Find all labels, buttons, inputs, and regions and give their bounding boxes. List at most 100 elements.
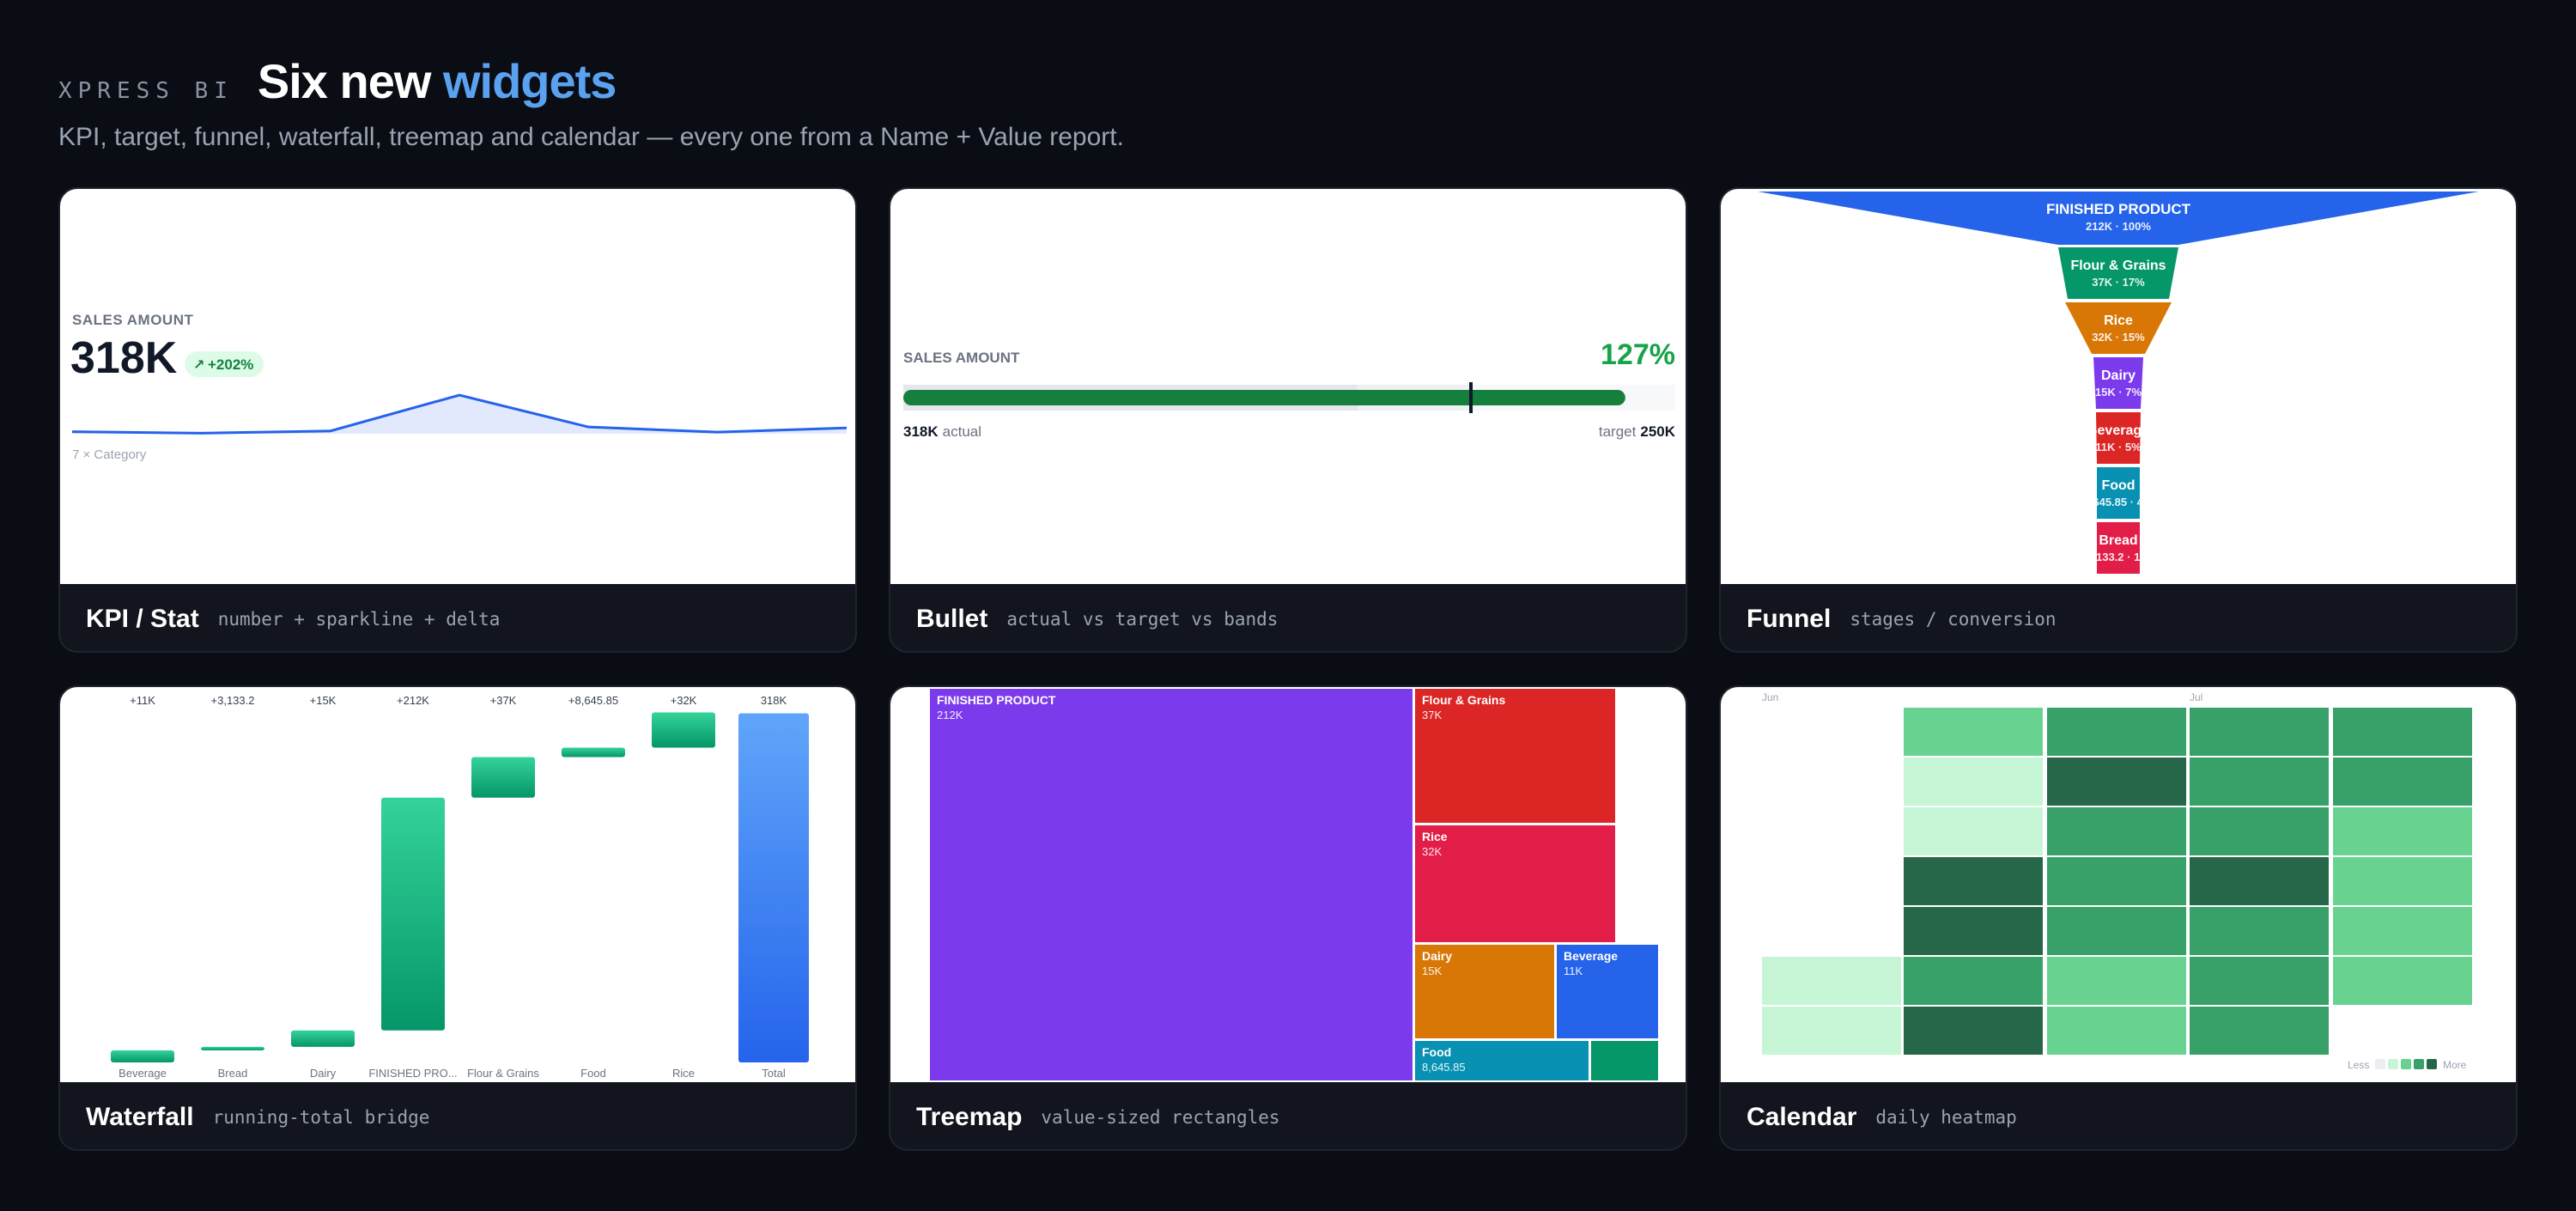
- funnel-stage-label: Bread: [2099, 533, 2137, 548]
- treemap-tile-label: Food: [1422, 1045, 1451, 1059]
- waterfall-bar: [111, 1050, 174, 1062]
- funnel-stage: [2097, 467, 2140, 519]
- waterfall-data-label: +212K: [397, 694, 429, 707]
- page-subtitle: KPI, target, funnel, waterfall, treemap …: [58, 123, 1124, 151]
- treemap-tile: [1415, 689, 1615, 823]
- waterfall-card-desc: running-total bridge: [212, 1107, 430, 1128]
- treemap-tile-label: Rice: [1422, 830, 1448, 843]
- kpi-value: 318K: [70, 333, 178, 383]
- calendar-day-cell: [1904, 708, 2043, 756]
- waterfall-tick-label: Total: [762, 1067, 786, 1080]
- calendar-day-cell: [1904, 957, 2043, 1005]
- title-accent: widgets: [442, 54, 617, 108]
- treemap-tile-value: 37K: [1422, 709, 1442, 721]
- calendar-card-name: Calendar: [1747, 1103, 1857, 1131]
- treemap-card-name: Treemap: [916, 1103, 1023, 1131]
- calendar-day-cell: [2333, 907, 2472, 955]
- calendar-day-cell: [1904, 1007, 2043, 1055]
- funnel-stage: [2058, 247, 2178, 299]
- calendar-day-cell: [1904, 857, 2043, 905]
- treemap-card[interactable]: FINISHED PRODUCT 212K Flour & Grains 37K Ric…: [889, 685, 1687, 1151]
- waterfall-chart: +11K Beverage +3,133.2 Bread +15K Dairy +212K F…: [111, 694, 809, 1080]
- bullet-card-name: Bullet: [916, 605, 988, 633]
- calendar-footer: Calendar daily heatmap: [1721, 1082, 2516, 1149]
- treemap-tile-value: 15K: [1422, 965, 1442, 977]
- treemap-svg: FINISHED PRODUCT 212K Flour & Grains 37K Ric…: [930, 689, 1658, 1080]
- calendar-day-cell: [2190, 758, 2329, 806]
- treemap-tile-value: 32K: [1422, 845, 1442, 858]
- waterfall-card-name: Waterfall: [86, 1103, 194, 1131]
- calendar-legend-swatch: [2388, 1059, 2398, 1069]
- treemap-tile-label: Beverage: [1564, 949, 1618, 963]
- calendar-legend-less: Less: [2348, 1059, 2369, 1071]
- calendar-day-cell: [2333, 807, 2472, 855]
- waterfall-data-label: +32K: [671, 694, 697, 707]
- waterfall-data-label: +3,133.2: [211, 694, 255, 707]
- treemap-tile-label: FINISHED PRODUCT: [937, 693, 1056, 707]
- funnel-stage-sub: 32K · 15%: [2092, 331, 2145, 344]
- calendar-day-cell: [1904, 758, 2043, 806]
- funnel-stage-label: FINISHED PRODUCT: [2046, 201, 2191, 217]
- kpi-caption: 7 × Category: [72, 447, 147, 462]
- funnel-svg: FINISHED PRODUCT 212K · 100% Flour & Grain…: [1758, 192, 2479, 574]
- title-main: Six new: [257, 54, 443, 108]
- calendar-day-cell: [1762, 957, 1901, 1005]
- calendar-day-cell: [2047, 857, 2186, 905]
- funnel-stage-sub: 3,133.2 · 1%: [2087, 551, 2150, 563]
- bullet-target-caption: target 250K: [1599, 423, 1676, 440]
- calendar-day-cell: [2047, 957, 2186, 1005]
- waterfall-data-label: +8,645.85: [568, 694, 618, 707]
- funnel-stage-sub: 37K · 17%: [2092, 276, 2145, 289]
- calendar-legend-swatch: [2401, 1059, 2411, 1069]
- funnel-chart: FINISHED PRODUCT 212K · 100% Flour & Grain…: [1758, 192, 2479, 574]
- funnel-stage-label: Flour & Grains: [2070, 259, 2166, 273]
- funnel-stage: [1758, 192, 2479, 245]
- bullet-target-label: target: [1599, 423, 1637, 440]
- funnel-stage: [2096, 412, 2141, 464]
- waterfall-tick-label: FINISHED PRO...: [368, 1067, 457, 1080]
- calendar-legend-more: More: [2443, 1059, 2467, 1071]
- kpi-card-desc: number + sparkline + delta: [217, 609, 501, 630]
- brand-label: XPRESS BI: [58, 78, 234, 104]
- calendar-month-label: Jun: [1762, 691, 1778, 703]
- funnel-stage-label: Dairy: [2101, 368, 2136, 383]
- bullet-card-desc: actual vs target vs bands: [1006, 609, 1279, 630]
- kpi-svg: SALES AMOUNT 318K ↗ +202% 7 × Category: [70, 312, 848, 462]
- calendar-day-cell: [2047, 807, 2186, 855]
- kpi-widget: SALES AMOUNT 318K ↗ +202% 7 × Category: [60, 189, 855, 584]
- calendar-legend-swatch: [2427, 1059, 2437, 1069]
- waterfall-tick-label: Rice: [672, 1067, 695, 1080]
- waterfall-data-label: 318K: [761, 694, 787, 707]
- treemap-chart: FINISHED PRODUCT 212K Flour & Grains 37K Ric…: [930, 689, 1658, 1080]
- waterfall-widget: +11K Beverage +3,133.2 Bread +15K Dairy +212K F…: [60, 687, 855, 1082]
- kpi-card-name: KPI / Stat: [86, 605, 199, 633]
- funnel-card[interactable]: FINISHED PRODUCT 212K · 100% Flour & Grain…: [1719, 187, 2518, 653]
- bullet-bar: [903, 382, 1675, 413]
- calendar-day-cell: [2190, 807, 2329, 855]
- waterfall-bar: [738, 713, 809, 1062]
- bullet-footer: Bullet actual vs target vs bands: [890, 584, 1686, 651]
- waterfall-bar: [381, 797, 445, 1031]
- treemap-widget: FINISHED PRODUCT 212K Flour & Grains 37K Ric…: [890, 687, 1686, 1082]
- bullet-label: SALES AMOUNT: [903, 350, 1020, 366]
- funnel-stage-label: Food: [2101, 478, 2135, 493]
- bullet-card[interactable]: SALES AMOUNT 127% 318K actual target 250K …: [889, 187, 1687, 653]
- treemap-tile: [1591, 1041, 1658, 1080]
- treemap-tile-label: Dairy: [1422, 949, 1452, 963]
- waterfall-data-label: +37K: [490, 694, 517, 707]
- waterfall-data-label: +15K: [310, 694, 337, 707]
- waterfall-bar: [562, 747, 625, 758]
- page-title: Six new widgets: [258, 53, 617, 109]
- funnel-stage-sub: 11K · 5%: [2095, 441, 2142, 453]
- waterfall-bar: [291, 1030, 355, 1047]
- funnel-footer: Funnel stages / conversion: [1721, 584, 2516, 651]
- waterfall-card[interactable]: +11K Beverage +3,133.2 Bread +15K Dairy +212K F…: [58, 685, 857, 1151]
- calendar-legend-swatch: [2375, 1059, 2385, 1069]
- bullet-actual-bar: [903, 390, 1625, 405]
- calendar-card[interactable]: Jun Jul Less More Calendar daily heatmap: [1719, 685, 2518, 1151]
- treemap-footer: Treemap value-sized rectangles: [890, 1082, 1686, 1149]
- kpi-card[interactable]: SALES AMOUNT 318K ↗ +202% 7 × Category K…: [58, 187, 857, 653]
- calendar-card-desc: daily heatmap: [1875, 1107, 2017, 1128]
- treemap-tile-value: 11K: [1564, 965, 1583, 977]
- calendar-day-cell: [2047, 1007, 2186, 1055]
